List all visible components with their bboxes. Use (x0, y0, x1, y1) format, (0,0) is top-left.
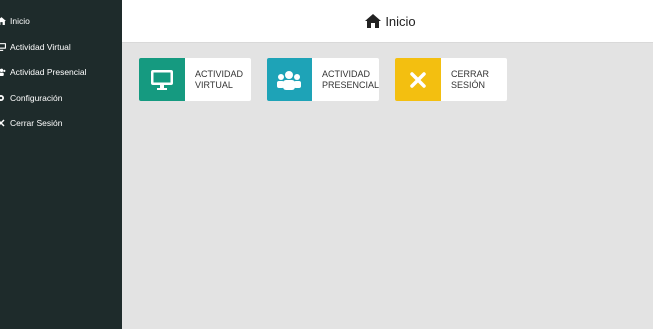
monitor-icon (0, 43, 7, 51)
card-label-line2: PRESENCIAL (321, 79, 379, 90)
card-label-line2: VIRTUAL (195, 79, 233, 90)
card-label: ACTIVIDAD VIRTUAL (185, 58, 243, 101)
card-icon-box (267, 58, 312, 101)
cerrar-sesion-card[interactable]: CERRAR SESIÓN (395, 58, 507, 101)
page-title-group: Inicio (365, 13, 416, 29)
gear-icon (0, 94, 7, 102)
sidebar-item-label: Cerrar Sesión (10, 118, 63, 128)
card-label-line1: ACTIVIDAD (321, 68, 370, 79)
card-icon-box (139, 58, 185, 101)
card-label-line2: SESIÓN (451, 79, 486, 90)
home-icon (365, 14, 382, 28)
users-icon (0, 68, 7, 76)
close-icon (0, 119, 7, 127)
header-bar: Inicio (122, 0, 653, 43)
actividad-presencial-card[interactable]: ACTIVIDAD PRESENCIAL (267, 58, 379, 101)
sidebar-item-label: Inicio (10, 16, 30, 26)
sidebar-item-actividad-virtual[interactable]: Actividad Virtual (0, 38, 122, 56)
sidebar-item-actividad-presencial[interactable]: Actividad Presencial (0, 63, 122, 81)
actividad-virtual-card[interactable]: ACTIVIDAD VIRTUAL (139, 58, 251, 101)
card-label-line1: CERRAR (451, 68, 490, 79)
card-label: CERRAR SESIÓN (441, 58, 489, 101)
sidebar-item-label: Actividad Presencial (10, 67, 87, 77)
sidebar-item-configuracion[interactable]: Configuración (0, 89, 122, 107)
sidebar-item-label: Configuración (10, 93, 63, 103)
sidebar-item-cerrar-sesion[interactable]: Cerrar Sesión (0, 114, 122, 132)
card-label-line1: ACTIVIDAD (195, 68, 244, 79)
card-label: ACTIVIDAD PRESENCIAL (312, 58, 379, 101)
home-icon (0, 17, 7, 25)
sidebar-item-label: Actividad Virtual (10, 42, 71, 52)
card-icon-box (395, 58, 441, 101)
close-icon (410, 71, 426, 88)
sidebar-item-inicio[interactable]: Inicio (0, 12, 122, 30)
users-icon (277, 70, 302, 90)
page-title: Inicio (385, 13, 416, 29)
monitor-icon (151, 69, 173, 90)
sidebar: Inicio Actividad Virtual Actividad Prese… (0, 0, 122, 329)
